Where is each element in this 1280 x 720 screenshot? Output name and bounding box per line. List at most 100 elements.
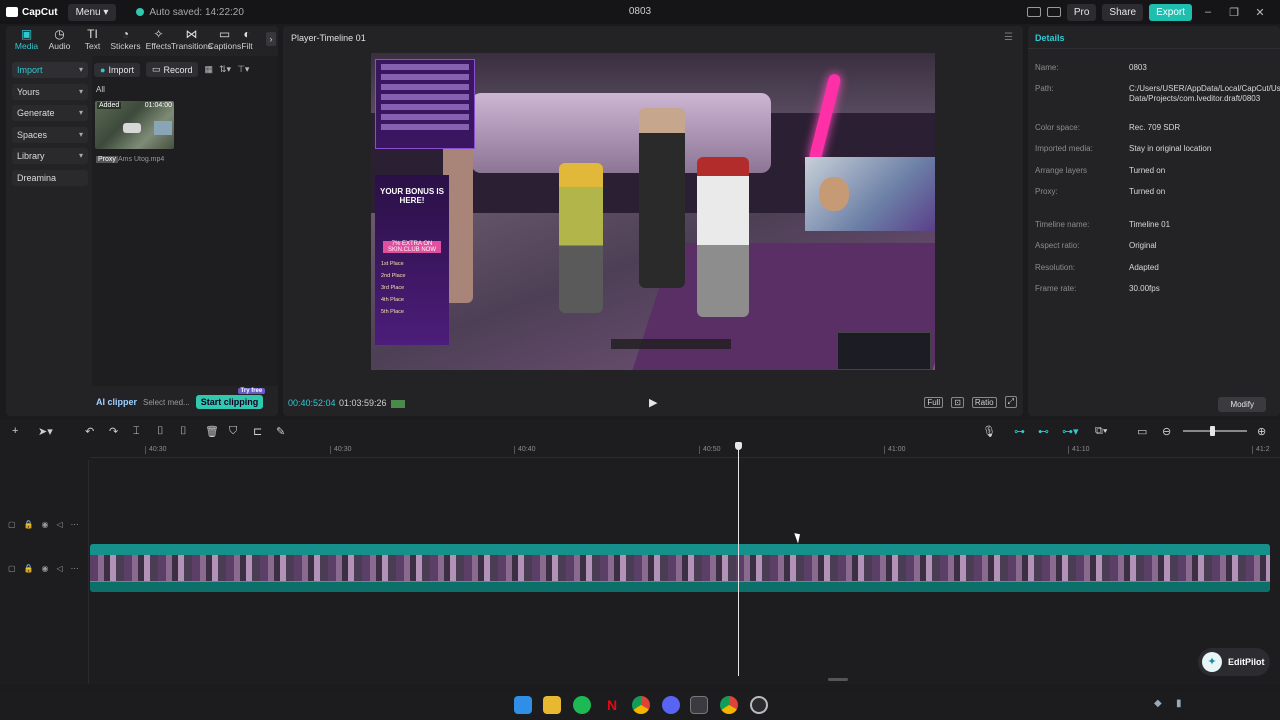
- ruler-tick: 41:10: [1068, 446, 1090, 454]
- import-button[interactable]: ● Import: [94, 62, 140, 77]
- pro-button[interactable]: Pro: [1066, 3, 1097, 21]
- playhead[interactable]: [738, 442, 739, 676]
- more-icon[interactable]: ⋯: [71, 564, 79, 573]
- track-thumbnail-icon[interactable]: ▢: [8, 564, 16, 573]
- ratio-button[interactable]: Ratio: [971, 396, 997, 408]
- editpilot-button[interactable]: ✦ EditPilot: [1198, 648, 1270, 676]
- timeline-ruler[interactable]: 40:30 40:30 40:40 40:50 41:00 41:10 41:2: [90, 442, 1280, 458]
- app-logo: CapCut: [6, 7, 58, 18]
- maximize-icon[interactable]: ❐: [1224, 6, 1244, 19]
- select-tool-icon[interactable]: ➤▾: [38, 425, 53, 438]
- sort-icon[interactable]: ⇅▾: [219, 64, 231, 75]
- lock-icon[interactable]: 🔒: [24, 564, 34, 573]
- windows-start-icon[interactable]: [514, 696, 532, 714]
- trim-right-icon[interactable]: ⌷: [180, 425, 187, 438]
- video-clip[interactable]: [90, 544, 1270, 592]
- freeze-icon[interactable]: ⊏: [253, 425, 262, 438]
- split-icon[interactable]: ⌶: [133, 425, 140, 438]
- microphone-icon[interactable]: 🎙: [982, 425, 996, 438]
- link-mode-icon[interactable]: ⧉▾: [1095, 425, 1107, 438]
- track-thumbnail-icon[interactable]: ▢: [8, 520, 16, 529]
- eye-icon[interactable]: ◉: [42, 564, 49, 573]
- marker-icon[interactable]: ⛉: [229, 425, 237, 438]
- minimize-icon[interactable]: –: [1198, 6, 1218, 18]
- plus-icon: ●: [100, 64, 106, 75]
- tab-filters[interactable]: ◐ Filt: [241, 28, 253, 52]
- tab-transitions[interactable]: ⋈ Transitions: [171, 28, 212, 52]
- speaker-icon[interactable]: ◁: [57, 564, 63, 573]
- sidebar-item-yours[interactable]: Yours ▾: [12, 83, 88, 100]
- share-button[interactable]: Share: [1102, 3, 1144, 21]
- tab-label: Filt: [241, 41, 253, 51]
- redo-icon[interactable]: ↷: [109, 425, 118, 438]
- captions-toggle-icon[interactable]: ▭: [1137, 425, 1147, 438]
- delete-icon[interactable]: 🗑: [205, 425, 219, 438]
- more-icon[interactable]: ⋯: [71, 520, 79, 529]
- tab-captions[interactable]: ▭ Captions: [208, 28, 242, 52]
- trim-left-icon[interactable]: ⌷: [157, 425, 164, 438]
- playhead-handle[interactable]: [735, 442, 742, 450]
- detail-value: Stay in original location: [1129, 144, 1212, 153]
- tab-audio[interactable]: ◷ Audio: [43, 28, 76, 52]
- sidebar-item-import[interactable]: Import ▾: [12, 62, 88, 78]
- layout-icon[interactable]: [1026, 7, 1041, 17]
- shortcuts-icon[interactable]: [1046, 7, 1061, 17]
- video-preview[interactable]: YOUR BONUS IS HERE! 7% EXTRA ON SKIN.CLU…: [371, 53, 935, 370]
- tab-stickers[interactable]: ◔ Stickers: [109, 28, 142, 52]
- chrome-profile-icon[interactable]: [720, 696, 738, 714]
- media-thumbnail[interactable]: Added 01:04:00: [95, 101, 174, 149]
- record-button[interactable]: ▭ Record: [145, 62, 199, 77]
- lock-icon[interactable]: 🔒: [24, 520, 34, 529]
- chevron-down-icon: ▾: [78, 65, 83, 74]
- timeline-scrollbar[interactable]: [828, 678, 848, 681]
- file-explorer-icon[interactable]: [543, 696, 561, 714]
- play-button[interactable]: ▶: [649, 396, 657, 409]
- sidebar-item-generate[interactable]: Generate ▾: [12, 105, 88, 121]
- fullscreen-icon[interactable]: ⤢: [1004, 396, 1017, 408]
- zoom-in-icon[interactable]: ⊕: [1257, 425, 1266, 438]
- sidebar-item-library[interactable]: Library ▾: [12, 148, 88, 164]
- full-quality-button[interactable]: Full: [924, 396, 944, 408]
- editpilot-label: EditPilot: [1228, 657, 1265, 667]
- spotify-icon[interactable]: [573, 696, 591, 714]
- close-icon[interactable]: ✕: [1250, 6, 1270, 19]
- auto-reframe-icon[interactable]: ✎: [276, 425, 285, 438]
- player-menu-icon[interactable]: ☰: [1004, 32, 1013, 43]
- tab-label: Audio: [48, 41, 71, 51]
- grid-view-icon[interactable]: ▦: [204, 64, 213, 75]
- tray-mic-icon[interactable]: ▮: [1176, 698, 1182, 709]
- tabs-next-chevron-icon[interactable]: ›: [266, 32, 276, 46]
- ruler-tick: 40:50: [699, 446, 721, 454]
- sidebar-item-dreamina[interactable]: Dreamina: [12, 169, 88, 186]
- zoom-slider[interactable]: [1183, 430, 1247, 432]
- preview-axis-icon[interactable]: ⊶▾: [1062, 425, 1079, 438]
- capcut-taskbar-icon[interactable]: [690, 696, 708, 714]
- start-clipping-button[interactable]: Start clipping Try free: [195, 388, 266, 409]
- share-label: Share: [1109, 6, 1137, 18]
- export-button[interactable]: Export: [1149, 3, 1192, 21]
- select-media-dropdown[interactable]: Select med...: [143, 398, 190, 407]
- add-track-icon[interactable]: +: [12, 425, 18, 437]
- filter-icon[interactable]: ⊤▾: [237, 64, 249, 75]
- crop-icon[interactable]: ⊡: [951, 396, 964, 408]
- link-clips-icon[interactable]: ⊶: [1014, 425, 1025, 438]
- record-label: Record: [163, 64, 193, 75]
- undo-icon[interactable]: ↶: [85, 425, 94, 438]
- all-filter-label[interactable]: All: [96, 85, 105, 94]
- speaker-icon[interactable]: ◁: [57, 520, 63, 529]
- chrome-icon[interactable]: [632, 696, 650, 714]
- obs-icon[interactable]: [750, 696, 768, 714]
- modify-button[interactable]: Modify: [1218, 397, 1266, 412]
- menu-button[interactable]: Menu ▾: [67, 3, 117, 21]
- discord-icon[interactable]: [662, 696, 680, 714]
- netflix-icon[interactable]: N: [603, 696, 621, 714]
- detail-key: Path:: [1035, 84, 1054, 93]
- tab-text[interactable]: TI Text: [76, 28, 109, 52]
- tab-media[interactable]: ▣ Media: [10, 28, 43, 52]
- eye-icon[interactable]: ◉: [42, 520, 49, 529]
- zoom-slider-knob[interactable]: [1210, 426, 1215, 436]
- sidebar-item-spaces[interactable]: Spaces ▾: [12, 126, 88, 143]
- tray-app-icon[interactable]: ◆: [1154, 698, 1162, 709]
- zoom-out-icon[interactable]: ⊖: [1162, 425, 1171, 438]
- snap-icon[interactable]: ⊷: [1038, 425, 1049, 438]
